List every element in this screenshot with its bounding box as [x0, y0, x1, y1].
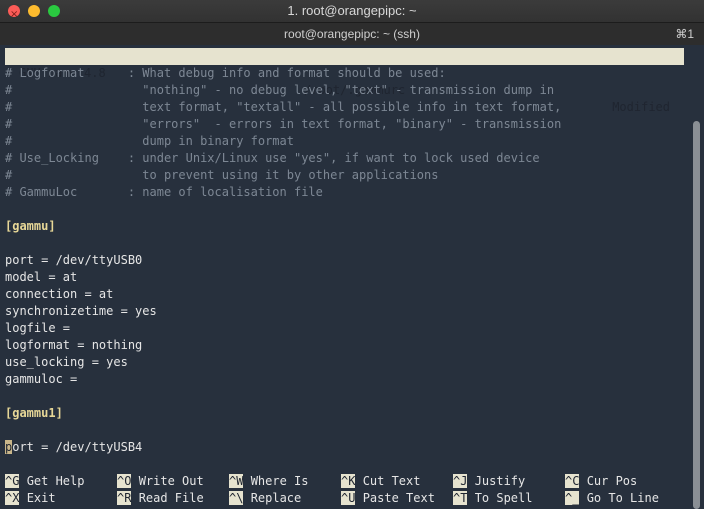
tab-title: root@orangepipc: ~ (ssh) — [284, 27, 420, 41]
shortcut-label: Get Help — [26, 474, 85, 488]
shortcut-spacer — [355, 491, 362, 505]
editor-line: # text format, "textall" - all possible … — [5, 100, 562, 114]
shortcut-spacer — [467, 474, 474, 488]
terminal-content[interactable]: GNU nano 4.8 /root/.gammurc Modified # L… — [0, 45, 704, 509]
shortcut-label: Replace — [250, 491, 302, 505]
shortcut-label: Cut Text — [362, 474, 421, 488]
shortcut-item[interactable]: ^\ Replace — [229, 490, 301, 507]
shortcut-key: ^K — [341, 474, 356, 488]
shortcut-item[interactable]: ^R Read File — [117, 490, 204, 507]
terminal-tab[interactable]: root@orangepipc: ~ (ssh) ⌘1 — [0, 22, 704, 46]
shortcut-key: ^U — [341, 491, 356, 505]
editor-line: # dump in binary format — [5, 134, 294, 148]
shortcut-key: ^W — [229, 474, 244, 488]
minimize-window-button[interactable] — [28, 5, 40, 17]
shortcut-item[interactable]: ^K Cut Text — [341, 473, 420, 490]
shortcut-key: ^J — [453, 474, 468, 488]
editor-line: # Logformat : What debug info and format… — [5, 66, 446, 80]
shortcut-spacer — [243, 474, 250, 488]
editor-line: # to prevent using it by other applicati… — [5, 168, 439, 182]
editor-line: logformat = nothing — [5, 338, 143, 352]
shortcut-item[interactable]: ^J Justify — [453, 473, 525, 490]
editor-line: # "nothing" - no debug level, "text" - t… — [5, 83, 555, 97]
shortcut-key: ^\ — [229, 491, 244, 505]
shortcut-spacer — [19, 491, 26, 505]
maximize-window-button[interactable] — [48, 5, 60, 17]
window-titlebar[interactable]: × 1. root@orangepipc: ~ — [0, 0, 704, 22]
modified-status: Modified — [612, 100, 670, 114]
shortcut-spacer — [243, 491, 250, 505]
shortcut-spacer — [579, 491, 586, 505]
shortcut-key: ^R — [117, 491, 132, 505]
editor-line: [gammu1] — [5, 406, 63, 420]
scrollbar-thumb[interactable] — [693, 121, 700, 509]
shortcut-spacer — [131, 491, 138, 505]
shortcut-label: To Spell — [474, 491, 533, 505]
editor-line: # GammuLoc : name of localisation file — [5, 185, 323, 199]
shortcut-label: Where Is — [250, 474, 309, 488]
window-title: 1. root@orangepipc: ~ — [287, 3, 417, 18]
shortcut-spacer — [355, 474, 362, 488]
shortcut-item[interactable]: ^O Write Out — [117, 473, 204, 490]
editor-line-text: ort = /dev/ttyUSB4 — [12, 440, 143, 454]
editor-line: [gammu] — [5, 219, 56, 233]
shortcut-label: Justify — [474, 474, 526, 488]
shortcut-spacer — [19, 474, 26, 488]
shortcut-label: Exit — [26, 491, 56, 505]
editor-line: # Use_Locking : under Unix/Linux use "ye… — [5, 151, 540, 165]
shortcut-item[interactable]: ^T To Spell — [453, 490, 532, 507]
shortcut-item[interactable]: ^_ Go To Line — [565, 490, 659, 507]
shortcut-label: Go To Line — [586, 491, 659, 505]
editor-line: synchronizetime = yes — [5, 304, 157, 318]
editor-line: # "errors" - errors in text format, "bin… — [5, 117, 562, 131]
shortcut-label: Cur Pos — [586, 474, 638, 488]
shortcut-label: Write Out — [138, 474, 204, 488]
shortcut-item[interactable]: ^G Get Help — [5, 473, 84, 490]
editor-line: use_locking = yes — [5, 355, 128, 369]
editor-line: connection = at — [5, 287, 114, 301]
terminal-window: × 1. root@orangepipc: ~ root@orangepipc:… — [0, 0, 704, 509]
editor-line: port = /dev/ttyUSB0 — [5, 253, 143, 267]
shortcut-key: ^C — [565, 474, 580, 488]
shortcut-label: Read File — [138, 491, 204, 505]
editor-line: port = /dev/ttyUSB4 — [5, 439, 142, 456]
tab-shortcut-label: ⌘1 — [675, 27, 694, 41]
shortcut-key: ^X — [5, 491, 20, 505]
shortcut-key: ^T — [453, 491, 468, 505]
close-window-button[interactable]: × — [8, 5, 20, 20]
shortcut-spacer — [579, 474, 586, 488]
editor-line: logfile = — [5, 321, 71, 335]
shortcut-spacer — [467, 491, 474, 505]
nano-header-bar: GNU nano 4.8 /root/.gammurc Modified — [5, 48, 684, 114]
shortcut-item[interactable]: ^X Exit — [5, 490, 56, 507]
shortcut-key: ^O — [117, 474, 132, 488]
shortcut-key: ^G — [5, 474, 20, 488]
editor-line: gammuloc = — [5, 372, 78, 386]
shortcut-spacer — [131, 474, 138, 488]
shortcut-label: Paste Text — [362, 491, 435, 505]
shortcut-item[interactable]: ^W Where Is — [229, 473, 308, 490]
editor-line: model = at — [5, 270, 78, 284]
shortcut-item[interactable]: ^U Paste Text — [341, 490, 435, 507]
shortcut-item[interactable]: ^C Cur Pos — [565, 473, 637, 490]
shortcut-key: ^_ — [565, 491, 580, 505]
